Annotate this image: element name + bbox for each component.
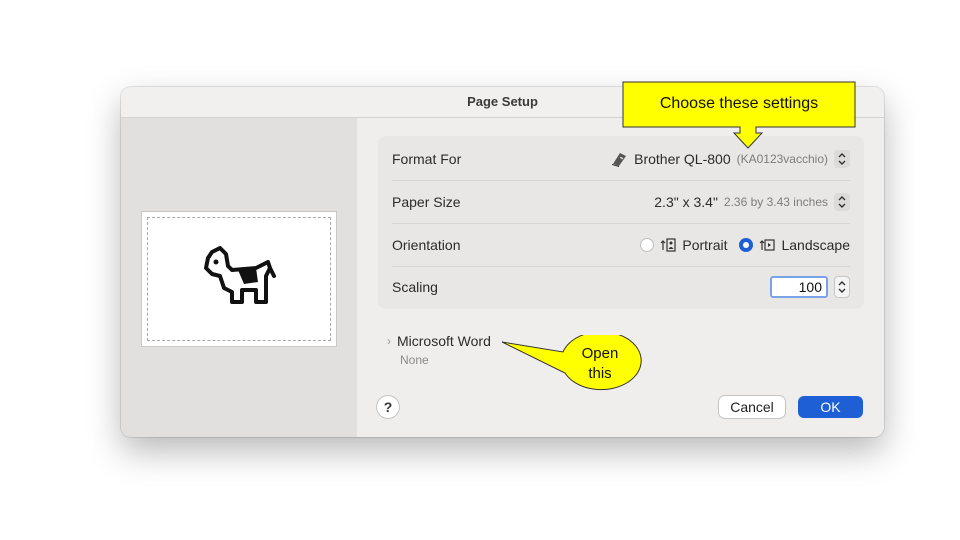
printer-host: (KA0123vacchio) [736, 152, 828, 166]
open-callout-text: Open this [560, 344, 640, 384]
scaling-stepper[interactable] [834, 276, 850, 298]
cancel-button[interactable]: Cancel [719, 396, 785, 418]
preview-pane [121, 118, 357, 437]
scaling-row: Scaling [392, 266, 850, 308]
landscape-radio[interactable] [739, 238, 754, 252]
paper-size-value: 2.3" x 3.4" [654, 194, 718, 210]
format-for-label: Format For [392, 151, 462, 167]
paper-size-row: Paper Size 2.3" x 3.4" 2.36 by 3.43 inch… [392, 181, 850, 224]
microsoft-word-title: Microsoft Word [397, 333, 491, 349]
landscape-label: Landscape [781, 237, 850, 253]
printer-name: Brother QL-800 [634, 151, 731, 167]
microsoft-word-disclosure[interactable]: › Microsoft Word [387, 332, 491, 350]
scaling-input[interactable] [770, 276, 828, 298]
paper-size-popup[interactable]: 2.3" x 3.4" 2.36 by 3.43 inches [654, 181, 850, 223]
orientation-label: Orientation [392, 237, 461, 253]
portrait-label: Portrait [682, 237, 728, 253]
orientation-row: Orientation Portrait Landscape [392, 224, 850, 267]
settings-panel: Format For Brother QL-800 (KA0123vacchio… [378, 136, 864, 309]
printer-icon [612, 153, 627, 167]
orientation-options: Portrait Landscape [640, 224, 850, 266]
open-callout-line2: this [588, 365, 612, 382]
microsoft-word-value: None [400, 353, 429, 367]
dogcow-icon [204, 246, 276, 304]
chevron-right-icon: › [387, 334, 391, 348]
help-button[interactable]: ? [377, 396, 399, 418]
ok-button[interactable]: OK [798, 396, 863, 418]
chevron-updown-icon [834, 150, 850, 168]
paper-size-label: Paper Size [392, 194, 461, 210]
paper-preview [142, 212, 336, 346]
portrait-orientation-icon [660, 238, 676, 252]
chevron-updown-icon [834, 193, 850, 211]
landscape-orientation-icon [760, 239, 776, 251]
open-callout-line1: Open [581, 345, 619, 362]
scaling-label: Scaling [392, 279, 438, 295]
settings-callout-text: Choose these settings [659, 95, 819, 112]
portrait-radio[interactable] [640, 238, 655, 252]
scaling-control [770, 266, 850, 308]
paper-size-detail: 2.36 by 3.43 inches [723, 195, 828, 209]
